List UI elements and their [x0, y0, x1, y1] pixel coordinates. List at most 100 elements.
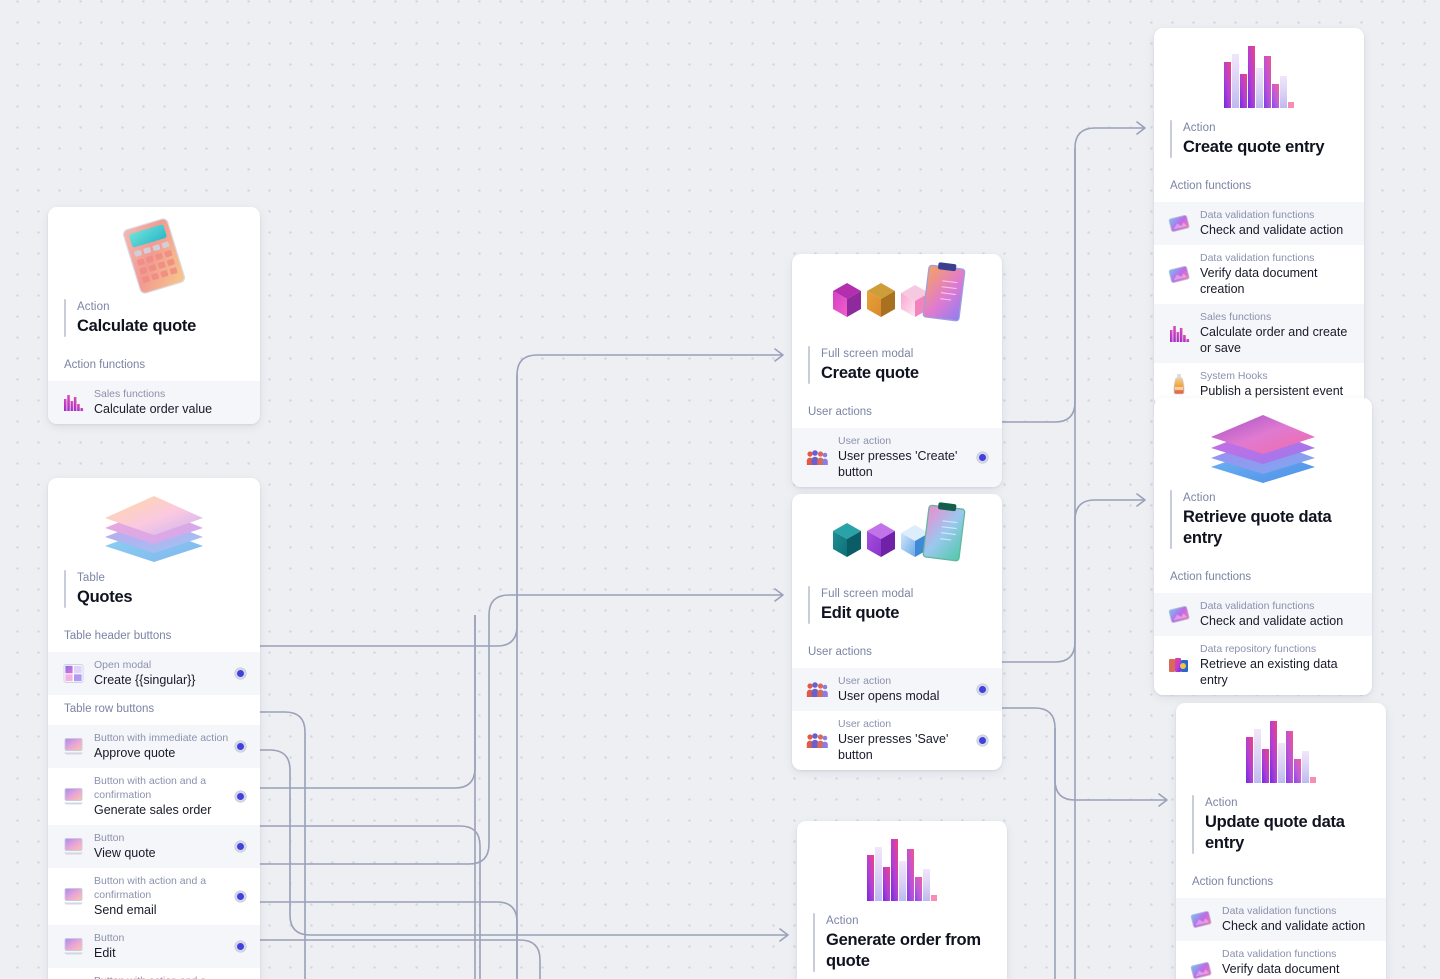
edge-send-email-rail — [260, 825, 481, 979]
header-accent-bar — [808, 586, 810, 624]
card-header: Action Calculate quote — [48, 299, 260, 351]
list-item-title: Calculate order value — [94, 402, 213, 416]
people-icon — [806, 729, 828, 751]
list-item-user-presses-save[interactable]: User action User presses 'Save' button — [792, 711, 1002, 770]
flow-canvas[interactable]: Action Calculate quote Action functions … — [0, 0, 1440, 979]
section-label-header-buttons: Table header buttons — [64, 630, 172, 642]
list-item-title: Create {{singular}} — [94, 673, 196, 687]
arrowhead-update-entry — [1158, 793, 1168, 807]
card-kicker: Full screen modal — [821, 348, 914, 360]
connection-port[interactable] — [235, 740, 246, 752]
screen-icon — [62, 885, 84, 907]
calculator-icon — [48, 207, 260, 299]
header-accent-bar — [1192, 795, 1194, 854]
card-create-quote-entry[interactable]: Action Create quote entry Action functio… — [1154, 28, 1364, 406]
stacked-sheets-icon — [1154, 398, 1372, 490]
list-item-kicker: Data validation functions — [1222, 948, 1337, 960]
card-title: Create quote — [821, 364, 919, 382]
list-item-view-quote[interactable]: Button View quote — [48, 825, 260, 868]
card-quotes-table[interactable]: Table Quotes Table header buttons Open m… — [48, 478, 260, 979]
list-item-kicker: Sales functions — [94, 388, 166, 400]
list-item-title: Verify data document creation — [1200, 266, 1318, 296]
list-item-title: Publish a persistent event — [1200, 384, 1344, 398]
screen-icon — [62, 935, 84, 957]
list-item-user-opens-modal[interactable]: User action User opens modal — [792, 668, 1002, 711]
header-accent-bar — [64, 299, 66, 337]
list-item-approve-quote[interactable]: Button with immediate action Approve quo… — [48, 725, 260, 768]
list-item-check-and-validate-action[interactable]: Data validation functions Check and vali… — [1154, 202, 1364, 245]
header-accent-bar — [808, 346, 810, 384]
list-item-title: User presses 'Create' button — [838, 449, 958, 479]
connection-port[interactable] — [977, 451, 988, 463]
list-item-create-singular[interactable]: Open modal Create {{singular}} — [48, 652, 260, 695]
card-header: Action Update quote data entry — [1176, 795, 1386, 868]
card-kicker: Action — [1183, 492, 1216, 504]
list-item-title: Check and validate action — [1222, 919, 1366, 933]
header-accent-bar — [1170, 120, 1172, 158]
validation-icon — [1168, 212, 1190, 234]
card-kicker: Action — [826, 915, 859, 927]
list-item-retrieve-an-existing-data-entry[interactable]: Data repository functions Retrieve an ex… — [1154, 636, 1372, 695]
card-kicker: Full screen modal — [821, 588, 914, 600]
card-calculate-quote[interactable]: Action Calculate quote Action functions … — [48, 207, 260, 424]
list-item-title: Approve quote — [94, 746, 176, 760]
arrowhead-generate-order — [779, 928, 789, 942]
header-accent-bar — [64, 570, 66, 608]
list-item-send-email[interactable]: Button with action and a confirmation Se… — [48, 868, 260, 925]
connection-port[interactable] — [235, 890, 246, 902]
list-item-title: Generate sales order — [94, 803, 212, 817]
edge-reject-rail — [260, 901, 518, 979]
list-item-kicker: User action — [838, 675, 892, 687]
list-item-edit[interactable]: Button Edit — [48, 925, 260, 968]
edge-update-entry — [1002, 707, 1166, 801]
section-label: Action functions — [1170, 180, 1252, 192]
cubes-clipboard-icon — [792, 254, 1002, 346]
stacked-sheets-icon — [48, 478, 260, 570]
people-icon — [806, 678, 828, 700]
card-update-quote-data-entry[interactable]: Action Update quote data entry Action fu… — [1176, 703, 1386, 979]
list-item-title: Retrieve an existing data entry — [1200, 657, 1338, 687]
list-item-check-and-validate-action[interactable]: Data validation functions Check and vali… — [1176, 898, 1386, 941]
list-item-reject[interactable]: Button with action and a confirmation Re… — [48, 968, 260, 979]
connection-port[interactable] — [235, 790, 246, 802]
card-create-quote-modal[interactable]: Full screen modal Create quote User acti… — [792, 254, 1002, 487]
connection-port[interactable] — [235, 840, 246, 852]
card-header: Table Quotes — [48, 570, 260, 622]
list-item-kicker: Button — [94, 932, 125, 944]
cubes-clipboard-teal-icon — [792, 494, 1002, 586]
list-item-kicker: Open modal — [94, 659, 152, 671]
connection-port[interactable] — [235, 667, 246, 679]
list-item-title: User presses 'Save' button — [838, 732, 949, 762]
card-kicker: Table — [77, 572, 105, 584]
list-item-kicker: Data validation functions — [1200, 600, 1315, 612]
list-item-user-presses-create[interactable]: User action User presses 'Create' button — [792, 428, 1002, 487]
header-accent-bar — [1170, 490, 1172, 549]
edge-retrieve-entry — [1002, 499, 1144, 663]
list-item-check-and-validate-action[interactable]: Data validation functions Check and vali… — [1154, 593, 1372, 636]
card-edit-quote-modal[interactable]: Full screen modal Edit quote User action… — [792, 494, 1002, 770]
list-item-calculate-order-and-create-or-save[interactable]: Sales functions Calculate order and crea… — [1154, 304, 1364, 363]
list-item-verify-data-document-update[interactable]: Data validation functions Verify data do… — [1176, 941, 1386, 979]
bar-chart-icon — [1168, 322, 1190, 344]
list-item[interactable]: Sales functions Calculate order value — [48, 381, 260, 424]
list-item-generate-sales-order[interactable]: Button with action and a confirmation Ge… — [48, 768, 260, 825]
list-item-verify-data-document-creation[interactable]: Data validation functions Verify data do… — [1154, 245, 1364, 304]
list-item-title: Calculate order and create or save — [1200, 325, 1348, 355]
connection-port[interactable] — [977, 734, 988, 746]
connection-port[interactable] — [235, 940, 246, 952]
card-generate-order-from-quote[interactable]: Action Generate order from quote Action … — [797, 821, 1007, 979]
connection-port[interactable] — [977, 683, 988, 695]
edge-delete-rail — [260, 939, 541, 979]
list-item-kicker: Data validation functions — [1200, 209, 1315, 221]
screen-icon — [62, 835, 84, 857]
list-item-kicker: Button — [94, 832, 125, 844]
card-header: Action Retrieve quote data entry — [1154, 490, 1372, 563]
section-label: User actions — [808, 646, 872, 658]
section-label-row-buttons: Table row buttons — [64, 703, 155, 715]
card-retrieve-quote-data-entry[interactable]: Action Retrieve quote data entry Action … — [1154, 398, 1372, 695]
people-icon — [806, 446, 828, 468]
card-kicker: Action — [1183, 122, 1216, 134]
section-label: Action functions — [64, 359, 146, 371]
list-item-title: Verify data document update — [1222, 962, 1340, 979]
edge-generate-order — [260, 749, 787, 936]
